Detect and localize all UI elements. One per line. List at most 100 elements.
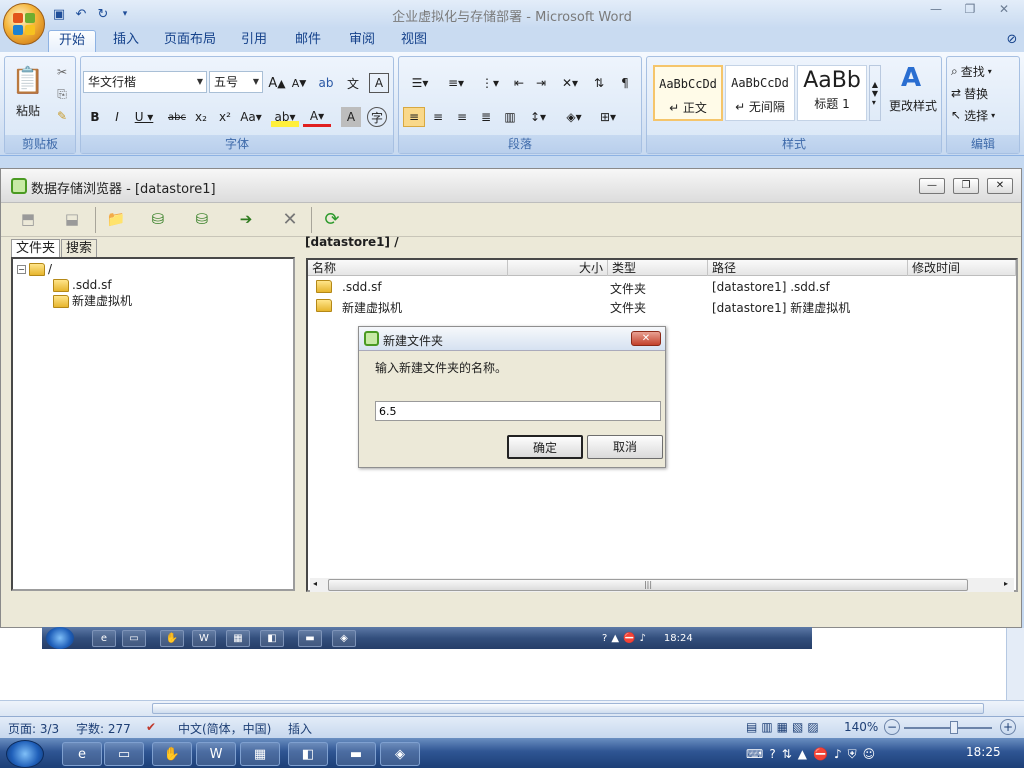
sort-icon[interactable]: ⇅ — [589, 73, 609, 93]
bullets-icon[interactable]: ☰▾ — [403, 73, 437, 93]
help-icon[interactable]: ⊘ — [1002, 30, 1022, 52]
align-center-icon[interactable]: ≡ — [427, 107, 449, 127]
app-icon[interactable]: ◧ — [288, 742, 328, 766]
cancel-button[interactable]: 取消 — [587, 435, 663, 459]
numbering-icon[interactable]: ≡▾ — [439, 73, 473, 93]
tray-app-icon[interactable]: ☺ — [863, 747, 876, 761]
phonetic-guide-icon[interactable]: 文 — [341, 73, 365, 93]
help-icon[interactable]: ? — [769, 747, 775, 761]
col-name[interactable]: 名称 — [308, 260, 508, 276]
show-hidden-icon[interactable]: ▲ — [798, 747, 807, 761]
language[interactable]: 中文(简体，中国) — [178, 720, 271, 737]
list-item[interactable]: .sdd.sf 文件夹 [datastore1] .sdd.sf — [308, 278, 1016, 296]
copy-icon[interactable]: ⎘ — [53, 85, 71, 103]
change-case-icon[interactable]: Aa▾ — [237, 107, 265, 127]
close-icon[interactable]: ✕ — [631, 331, 661, 346]
col-path[interactable]: 路径 — [708, 260, 908, 276]
shading-icon[interactable]: ◈▾ — [559, 107, 589, 127]
download-file-icon[interactable]: ⛁ — [189, 207, 215, 231]
delete-icon[interactable]: ✕ — [277, 207, 303, 231]
start-button[interactable] — [6, 740, 44, 768]
multilevel-list-icon[interactable]: ⋮▾ — [475, 73, 505, 93]
align-right-icon[interactable]: ≡ — [451, 107, 473, 127]
font-name-combo[interactable]: 华文行楷 ▼ — [83, 71, 207, 93]
refresh-icon[interactable]: ⟳ — [319, 207, 345, 231]
zoom-in-icon[interactable]: + — [1000, 719, 1016, 735]
tab-mailings[interactable]: 邮件 — [286, 30, 330, 52]
download-icon[interactable]: ⬓ — [59, 207, 85, 231]
select-button[interactable]: ↖ 选择 ▾ — [951, 105, 1015, 125]
page-count[interactable]: 页面: 3/3 — [8, 720, 59, 737]
change-styles-icon[interactable]: A — [891, 63, 931, 93]
underline-icon[interactable]: U ▾ — [131, 107, 157, 127]
distribute-icon[interactable]: ▥ — [499, 107, 521, 127]
view-buttons[interactable]: ▤▥▦▧▨ — [746, 720, 823, 734]
tree-root[interactable]: − / — [17, 261, 52, 277]
col-type[interactable]: 类型 — [608, 260, 708, 276]
style-normal[interactable]: AaBbCcDd ↵ 正文 — [653, 65, 723, 121]
folder-name-input[interactable] — [375, 401, 661, 421]
tree-item[interactable]: .sdd.sf — [53, 277, 112, 293]
stop-icon[interactable]: ⛔ — [813, 747, 828, 761]
ie-icon[interactable]: e — [62, 742, 102, 766]
styles-scroll[interactable]: ▲ ▼ ▾ — [869, 65, 881, 121]
volume-icon[interactable]: ♪ — [834, 747, 842, 761]
tab-review[interactable]: 审阅 — [340, 30, 384, 52]
bold-icon[interactable]: B — [85, 107, 105, 127]
scroll-thumb[interactable]: ||| — [328, 579, 968, 591]
paste-icon[interactable]: 📋 — [11, 61, 45, 101]
explorer-icon[interactable]: ▭ — [104, 742, 144, 766]
tab-page-layout[interactable]: 页面布局 — [158, 30, 222, 52]
scroll-thumb[interactable] — [152, 703, 984, 714]
format-painter-icon[interactable]: ✎ — [53, 107, 71, 125]
asian-layout-icon[interactable]: ✕▾ — [555, 73, 585, 93]
tab-search[interactable]: 搜索 — [61, 239, 98, 259]
scroll-left-icon[interactable]: ◂ — [313, 579, 317, 588]
change-styles-button[interactable]: 更改样式 — [885, 97, 941, 113]
clear-format-icon[interactable]: ab — [315, 73, 337, 93]
col-size[interactable]: 大小 — [508, 260, 608, 276]
show-marks-icon[interactable]: ¶ — [615, 73, 635, 93]
close-button[interactable]: ✕ — [990, 2, 1018, 20]
list-item[interactable]: 新建虚拟机 文件夹 [datastore1] 新建虚拟机 — [308, 297, 1016, 315]
insert-mode[interactable]: 插入 — [288, 720, 312, 737]
word-icon[interactable]: W — [196, 742, 236, 766]
upload-icon[interactable]: ⬒ — [15, 207, 41, 231]
proofing-icon[interactable]: ✔ — [146, 720, 156, 734]
decrease-indent-icon[interactable]: ⇤ — [509, 73, 529, 93]
cmd-icon[interactable]: ▬ — [336, 742, 376, 766]
font-size-combo[interactable]: 五号 ▼ — [209, 71, 263, 93]
tab-home[interactable]: 开始 — [48, 30, 96, 52]
shrink-font-icon[interactable]: A ▼ — [289, 73, 309, 93]
new-folder-icon[interactable]: 📁 — [103, 207, 129, 231]
find-button[interactable]: ⌕ 查找 ▾ — [951, 61, 1015, 81]
word-count[interactable]: 字数: 277 — [76, 720, 131, 737]
tab-view[interactable]: 视图 — [392, 30, 436, 52]
upload-file-icon[interactable]: ⛁ — [145, 207, 171, 231]
horizontal-scrollbar[interactable]: ◂ ||| ▸ — [310, 578, 1014, 592]
maximize-button[interactable]: ❐ — [956, 2, 984, 20]
zoom-slider[interactable] — [904, 727, 992, 729]
italic-icon[interactable]: I — [107, 107, 127, 127]
network-icon[interactable]: ⇅ — [782, 747, 792, 761]
minimize-button[interactable]: — — [919, 178, 945, 194]
justify-icon[interactable]: ≣ — [475, 107, 497, 127]
cut-icon[interactable]: ✂ — [53, 63, 71, 81]
paste-button[interactable]: 粘贴 — [11, 101, 45, 119]
close-button[interactable]: ✕ — [987, 178, 1013, 194]
minimize-button[interactable]: — — [922, 2, 950, 20]
vsphere-icon[interactable]: ◈ — [380, 742, 420, 766]
increase-indent-icon[interactable]: ⇥ — [531, 73, 551, 93]
align-left-icon[interactable]: ≡ — [403, 107, 425, 127]
enclose-char-icon[interactable]: 字 — [367, 107, 387, 127]
vertical-scrollbar[interactable] — [1006, 628, 1024, 700]
char-border-icon[interactable]: A — [369, 73, 389, 93]
line-spacing-icon[interactable]: ↕▾ — [523, 107, 553, 127]
char-shading-icon[interactable]: A — [341, 107, 361, 127]
highlight-icon[interactable]: ab▾ — [271, 107, 299, 127]
subscript-icon[interactable]: x₂ — [191, 107, 211, 127]
tree-item[interactable]: 新建虚拟机 — [53, 293, 132, 309]
clock[interactable]: 18:25 — [966, 745, 1001, 759]
superscript-icon[interactable]: x² — [215, 107, 235, 127]
zoom-level[interactable]: 140% — [844, 720, 878, 734]
